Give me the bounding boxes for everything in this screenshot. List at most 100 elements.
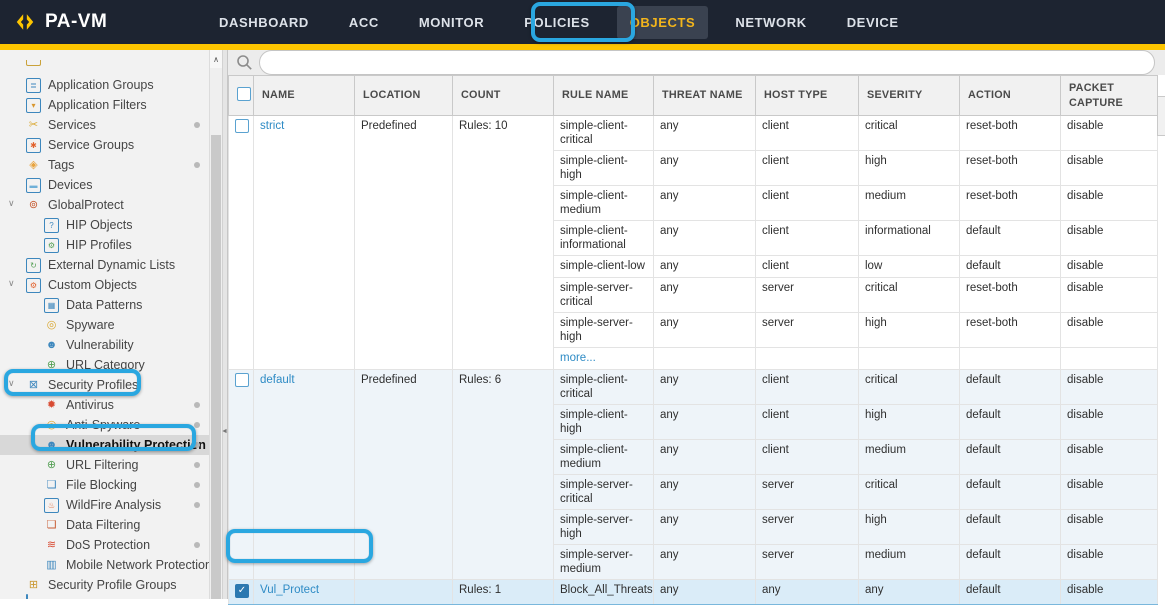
- row-checkbox-cell: ✓: [229, 580, 254, 605]
- sidebar-item-hip-profiles[interactable]: ⚙HIP Profiles: [0, 235, 222, 255]
- brand: PA-VM: [0, 11, 190, 33]
- row-checkbox-strict[interactable]: [235, 119, 249, 133]
- threat-name-cell: any: [654, 510, 756, 545]
- search-input[interactable]: [259, 50, 1155, 75]
- sidebar-item-label: URL Filtering: [66, 458, 138, 472]
- sidebar-item-tags[interactable]: ◈Tags: [0, 155, 222, 175]
- sidebar-item-services[interactable]: ✂Services: [0, 115, 222, 135]
- rule-name-cell: Block_All_Threats: [554, 580, 654, 605]
- location-cell: [355, 580, 453, 605]
- profile-link-strict[interactable]: strict: [260, 120, 284, 132]
- nav-tab-acc[interactable]: ACC: [336, 6, 392, 39]
- chevron-down-icon[interactable]: ∨: [8, 378, 15, 389]
- column-header-name[interactable]: NAME: [254, 76, 355, 116]
- severity-cell: medium: [859, 186, 960, 221]
- count-cell: Rules: 10: [453, 116, 554, 370]
- column-header-severity[interactable]: SEVERITY: [859, 76, 960, 116]
- collapse-sidebar-icon[interactable]: ◄: [221, 428, 228, 435]
- sidebar-item-label: Custom Objects: [48, 278, 137, 292]
- profile-link-default[interactable]: default: [260, 374, 295, 386]
- host-type-cell: client: [756, 370, 859, 405]
- sidebar-item-antivirus[interactable]: ✹Antivirus: [0, 395, 222, 415]
- column-header-count[interactable]: COUNT: [453, 76, 554, 116]
- threat-name-cell: [654, 348, 756, 370]
- sidebar-item-security-profile-groups[interactable]: ⊞Security Profile Groups: [0, 575, 222, 595]
- sidebar-item-globalprotect[interactable]: ∨⊚GlobalProtect: [0, 195, 222, 215]
- sidebar-item-application-groups[interactable]: ≣Application Groups: [0, 75, 222, 95]
- select-all-checkbox[interactable]: [237, 87, 251, 101]
- packet-capture-cell: disable: [1061, 545, 1158, 580]
- threat-name-cell: any: [654, 221, 756, 256]
- status-dot: [194, 442, 200, 448]
- column-header-threat-name[interactable]: THREAT NAME: [654, 76, 756, 116]
- scrollbar-thumb[interactable]: [211, 135, 221, 599]
- sidebar-item-vulnerability-protection[interactable]: ☻Vulnerability Protection: [0, 435, 222, 455]
- profile-name-cell: Vul_Protect: [254, 580, 355, 605]
- scrollbar-up-arrow[interactable]: ∧: [210, 50, 222, 68]
- sidebar-item-label: Application Filters: [48, 98, 147, 112]
- row-checkbox-cell: [229, 370, 254, 580]
- sidebar-item-service-groups[interactable]: ✱Service Groups: [0, 135, 222, 155]
- column-header-rule-name[interactable]: RULE NAME: [554, 76, 654, 116]
- row-checkbox-vul-protect[interactable]: ✓: [235, 584, 249, 598]
- column-header-location[interactable]: LOCATION: [355, 76, 453, 116]
- host-type-cell: [756, 348, 859, 370]
- devices-icon: ▬: [26, 178, 41, 193]
- column-header-action[interactable]: ACTION: [960, 76, 1061, 116]
- nav-tab-network[interactable]: NETWORK: [722, 6, 819, 39]
- host-type-cell: client: [756, 116, 859, 151]
- sidebar-item-security-profiles[interactable]: ∨⊠Security Profiles: [0, 375, 222, 395]
- nav-tab-objects[interactable]: OBJECTS: [617, 6, 709, 39]
- action-cell: default: [960, 545, 1061, 580]
- sidebar-item-vulnerability[interactable]: ☻Vulnerability: [0, 335, 222, 355]
- sidebar-item-url-filtering[interactable]: ⊕URL Filtering: [0, 455, 222, 475]
- column-header-packet-capture[interactable]: PACKET CAPTURE: [1061, 76, 1158, 116]
- status-dot: [194, 402, 200, 408]
- threat-name-cell: any: [654, 256, 756, 278]
- sidebar-item-external-dynamic-lists[interactable]: ↻External Dynamic Lists: [0, 255, 222, 275]
- chevron-down-icon[interactable]: ∨: [8, 198, 15, 209]
- host-type-cell: server: [756, 510, 859, 545]
- sidebar-item-dos-protection[interactable]: ≋DoS Protection: [0, 535, 222, 555]
- row-checkbox-default[interactable]: [235, 373, 249, 387]
- data-filtering-icon: ❏: [44, 518, 59, 533]
- sidebar-item-partial-top[interactable]: [0, 55, 222, 75]
- sidebar: ≣Application Groups▾Application Filters✂…: [0, 50, 222, 599]
- chevron-down-icon[interactable]: ∨: [8, 278, 15, 289]
- sidebar-item-label: Vulnerability: [66, 338, 134, 352]
- sidebar-item-partial-bottom[interactable]: [0, 595, 222, 599]
- packet-capture-cell: disable: [1061, 440, 1158, 475]
- sidebar-item-data-filtering[interactable]: ❏ Data Filtering: [0, 515, 222, 535]
- status-dot: [194, 122, 200, 128]
- mobile-network-protection-icon: ▥: [44, 558, 59, 573]
- packet-capture-cell: disable: [1061, 313, 1158, 348]
- sidebar-item-file-blocking[interactable]: ❏File Blocking: [0, 475, 222, 495]
- nav-tab-monitor[interactable]: MONITOR: [406, 6, 497, 39]
- status-dot: [194, 502, 200, 508]
- sidebar-item-hip-objects[interactable]: ?HIP Objects: [0, 215, 222, 235]
- table-row[interactable]: defaultPredefinedRules: 6simple-client- …: [229, 370, 1158, 405]
- column-header-host-type[interactable]: HOST TYPE: [756, 76, 859, 116]
- nav-tab-device[interactable]: DEVICE: [834, 6, 912, 39]
- sidebar-item-application-filters[interactable]: ▾Application Filters: [0, 95, 222, 115]
- sidebar-item-mobile-network-protection[interactable]: ▥Mobile Network Protection: [0, 555, 222, 575]
- nav-tab-policies[interactable]: POLICIES: [511, 6, 602, 39]
- host-type-cell: any: [756, 580, 859, 605]
- profile-name-cell: strict: [254, 116, 355, 370]
- sidebar-item-spyware[interactable]: ◎Spyware: [0, 315, 222, 335]
- sidebar-item-anti-spyware[interactable]: ◎Anti-Spyware: [0, 415, 222, 435]
- sidebar-item-custom-objects[interactable]: ∨⚙Custom Objects: [0, 275, 222, 295]
- sidebar-item-label: Data Filtering: [66, 518, 140, 532]
- sidebar-item-data-patterns[interactable]: ▦Data Patterns: [0, 295, 222, 315]
- external-dynamic-lists-icon: ↻: [26, 258, 41, 273]
- sidebar-item-wildfire-analysis[interactable]: ♨WildFire Analysis: [0, 495, 222, 515]
- table-row[interactable]: strictPredefinedRules: 10simple-client- …: [229, 116, 1158, 151]
- sidebar-item-devices[interactable]: ▬Devices: [0, 175, 222, 195]
- nav-tab-dashboard[interactable]: DASHBOARD: [206, 6, 322, 39]
- more-rules-link[interactable]: more...: [560, 352, 596, 364]
- sidebar-item-url-category[interactable]: ⊕URL Category: [0, 355, 222, 375]
- profile-name-cell: default: [254, 370, 355, 580]
- rule-name-cell: simple-client- critical: [554, 116, 654, 151]
- table-row[interactable]: ✓Vul_ProtectRules: 1Block_All_Threatsany…: [229, 580, 1158, 605]
- profile-link-vul-protect[interactable]: Vul_Protect: [260, 584, 319, 596]
